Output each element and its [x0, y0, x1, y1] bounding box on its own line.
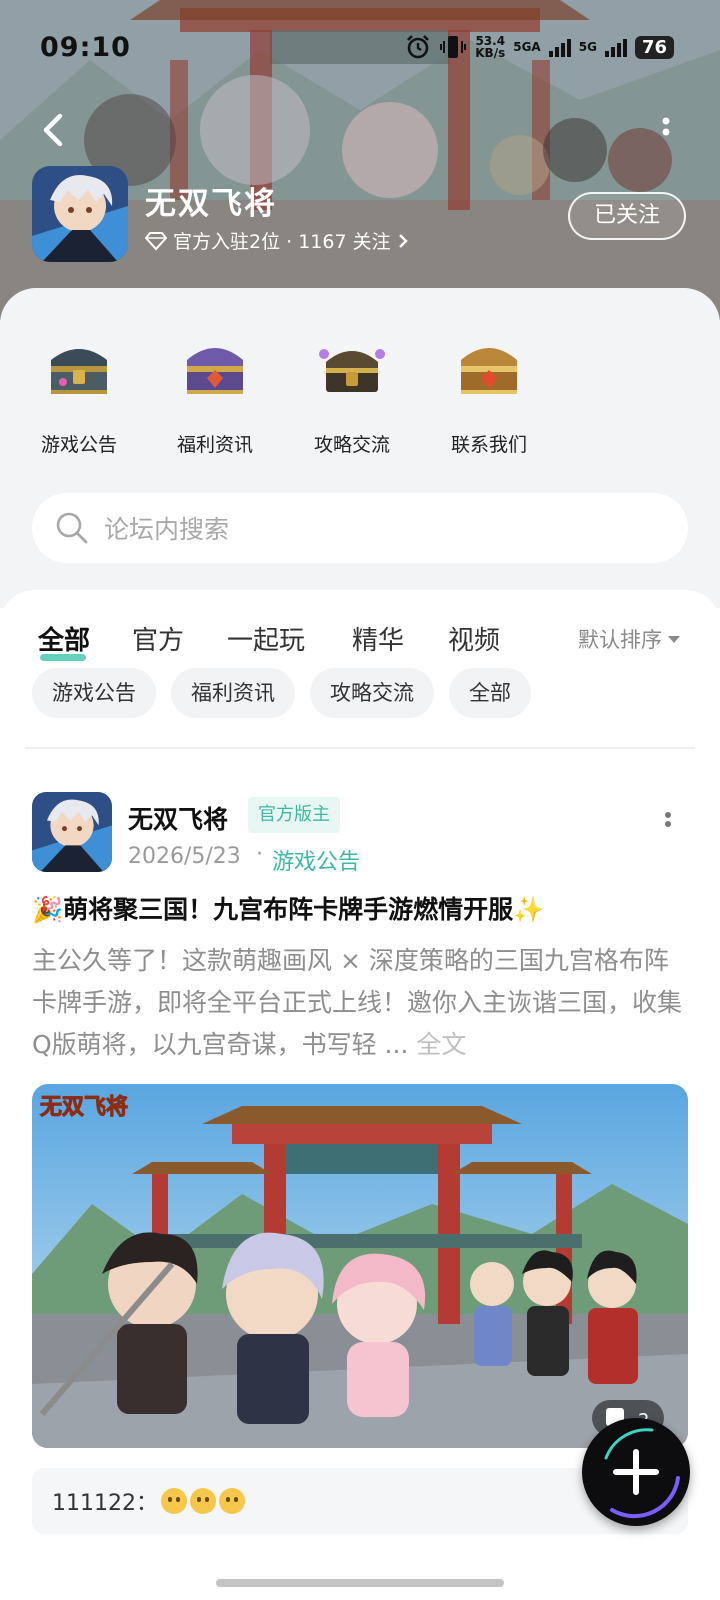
quick-link-welfare[interactable]: 福利资讯 [160, 332, 270, 457]
full-text-link[interactable]: 全文 [416, 1030, 466, 1059]
comment-text: 111122： [52, 1491, 158, 1516]
quick-link-announcements[interactable]: 游戏公告 [24, 332, 134, 457]
back-arrow-icon[interactable] [36, 110, 72, 150]
tab-video[interactable]: 视频 [448, 620, 500, 657]
network-type-1: 5GA [513, 40, 541, 54]
network-type-2: 5G [578, 40, 597, 54]
meta-separator: · [256, 842, 263, 867]
follow-button[interactable]: 已关注 [568, 192, 686, 240]
post-date: 2026/5/23 [128, 844, 241, 869]
caret-down-icon [668, 635, 680, 643]
official-moderator-badge: 官方版主 [248, 797, 340, 833]
post-excerpt: 主公久等了！这款萌趣画风 × 深度策略的三国九宫格布阵卡牌手游，即将全平台正式上… [32, 946, 683, 1059]
search-bar[interactable]: 论坛内搜索 [32, 493, 688, 563]
chevron-right-icon [398, 233, 408, 248]
sort-label: 默认排序 [578, 628, 662, 652]
tab-featured[interactable]: 精华 [352, 620, 404, 657]
sort-dropdown[interactable]: 默认排序 [578, 624, 680, 654]
emoji-icon [189, 1488, 216, 1514]
chip-guides[interactable]: 攻略交流 [310, 668, 434, 718]
chip-announcements[interactable]: 游戏公告 [32, 668, 156, 718]
tab-official[interactable]: 官方 [132, 620, 184, 657]
battery-level: 76 [634, 35, 674, 59]
post-category-link[interactable]: 游戏公告 [272, 844, 360, 876]
game-icon [32, 166, 128, 262]
quick-link-guides[interactable]: 攻略交流 [297, 332, 407, 457]
diamond-icon [145, 231, 167, 250]
net-speed-unit: KB/s [475, 46, 506, 60]
post-body[interactable]: 主公久等了！这款萌趣画风 × 深度策略的三国九宫格布阵卡牌手游，即将全平台正式上… [32, 940, 692, 1066]
tab-all[interactable]: 全部 [38, 620, 90, 657]
purple-chest-icon [187, 348, 243, 394]
status-bar: 09:10 53.4 KB/s 5GA 5G 76 [0, 28, 720, 68]
post-title[interactable]: 🎉萌将聚三国！九宫布阵卡牌手游燃情开服✨ [32, 890, 692, 926]
header-banner: 09:10 53.4 KB/s 5GA 5G 76 无双飞将 官方入驻2位 · … [0, 0, 720, 320]
status-time: 09:10 [40, 32, 131, 63]
quick-link-label: 福利资讯 [176, 434, 253, 456]
plus-icon [604, 1428, 680, 1519]
chip-welfare[interactable]: 福利资讯 [171, 668, 295, 718]
signal-icon-2 [604, 37, 627, 57]
game-title: 无双飞将 [145, 186, 277, 222]
quick-link-contact[interactable]: 联系我们 [434, 332, 544, 457]
search-input[interactable]: 论坛内搜索 [104, 510, 229, 546]
divider [25, 747, 695, 749]
feed-tabs: 全部 官方 一起玩 精华 视频 默认排序 [0, 608, 720, 668]
jeweled-chest-icon [319, 349, 385, 392]
signal-icon-1 [548, 37, 571, 57]
search-icon [56, 512, 88, 544]
post-more-icon[interactable] [660, 810, 676, 838]
emoji-icon [160, 1488, 187, 1514]
net-speed: 53.4 KB/s [475, 35, 505, 59]
quick-link-label: 攻略交流 [313, 434, 390, 456]
category-chips: 游戏公告 福利资讯 攻略交流 全部 [32, 668, 531, 718]
home-indicator[interactable] [216, 1579, 504, 1587]
game-meta-text: 官方入驻2位 · 1167 关注 [173, 231, 391, 253]
tab-active-indicator [40, 654, 86, 661]
quick-link-label: 游戏公告 [40, 434, 117, 456]
game-meta[interactable]: 官方入驻2位 · 1167 关注 [145, 227, 409, 254]
tab-play-together[interactable]: 一起玩 [227, 620, 305, 657]
quick-link-label: 联系我们 [450, 434, 527, 456]
post-image[interactable]: 无双飞将 2 [32, 1084, 688, 1448]
golden-chest-icon [461, 348, 517, 394]
more-options-icon[interactable] [656, 116, 676, 146]
vibrate-icon [440, 36, 467, 58]
status-icons: 53.4 KB/s 5GA 5G 76 [405, 34, 674, 60]
treasure-chest-icon [51, 349, 107, 394]
chip-all[interactable]: 全部 [449, 668, 531, 718]
create-post-button[interactable] [582, 1418, 690, 1526]
post-author-name[interactable]: 无双飞将 [128, 800, 228, 836]
image-logo-text: 无双飞将 [40, 1094, 128, 1120]
quick-links-card: 游戏公告 福利资讯 攻略交流 联系我们 论坛内搜索 [0, 288, 720, 608]
alarm-icon [407, 35, 430, 59]
emoji-icon [218, 1488, 245, 1514]
post-author-avatar[interactable] [32, 792, 112, 872]
